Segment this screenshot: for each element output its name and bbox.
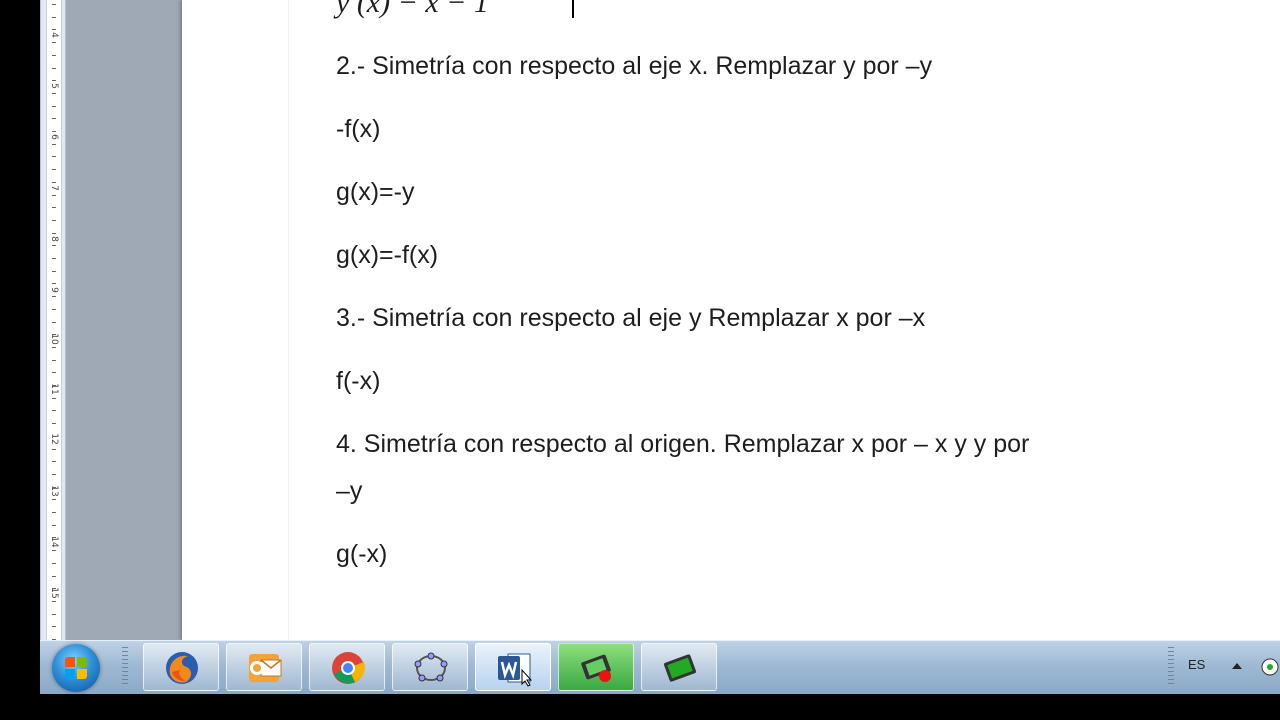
taskbar-button-screen-recorder[interactable] <box>558 643 634 691</box>
taskbar-grip[interactable] <box>122 647 128 687</box>
ruler-tick <box>52 169 56 171</box>
taskbar: ES <box>40 640 1280 695</box>
ruler-tick <box>52 232 56 234</box>
ruler-tick <box>52 562 56 564</box>
ruler-number: 14 <box>49 536 59 548</box>
ruler-tick <box>52 54 56 56</box>
taskbar-button-terminal[interactable] <box>641 643 717 691</box>
ruler-tick <box>52 258 56 259</box>
document-line[interactable]: g(-x) <box>336 540 387 569</box>
ruler-tick <box>52 207 56 209</box>
text-cursor <box>572 0 574 18</box>
ruler-tick <box>52 359 56 361</box>
firefox-icon <box>166 652 198 684</box>
document-line[interactable]: g(x)=-f(x) <box>336 241 438 270</box>
ruler-tick <box>52 16 56 18</box>
ruler-tick <box>52 626 56 628</box>
start-button[interactable] <box>52 644 100 692</box>
tray-grip[interactable] <box>1168 647 1174 687</box>
ruler-tick <box>52 245 56 247</box>
ruler-tick <box>52 397 56 399</box>
ruler-tick <box>52 105 56 107</box>
ruler-tick <box>52 80 56 82</box>
word-icon <box>498 653 533 687</box>
ruler-tick <box>52 346 56 348</box>
ruler-tick <box>52 524 56 526</box>
ruler-tick <box>52 448 56 450</box>
ruler-tick <box>52 67 56 69</box>
document-line[interactable]: f(-x) <box>336 367 380 396</box>
ruler-tick <box>52 194 56 196</box>
ruler-tick <box>52 4 56 5</box>
ruler-tick <box>52 219 56 221</box>
taskbar-button-outlook[interactable] <box>226 643 302 691</box>
document-line[interactable]: 3.- Simetría con respecto al eje y Rempl… <box>336 304 925 333</box>
document-line[interactable]: -f(x) <box>336 115 380 144</box>
ruler-tick <box>52 42 56 44</box>
ruler-tick <box>52 423 56 425</box>
ruler-tick <box>52 486 56 488</box>
document-line[interactable]: 4. Simetría con respecto al origen. Remp… <box>336 430 1029 459</box>
network-icon[interactable] <box>1260 657 1280 677</box>
ruler-tick <box>52 283 56 285</box>
language-indicator[interactable]: ES <box>1188 657 1205 672</box>
ruler-number: 11 <box>49 383 59 395</box>
ruler-tick <box>52 334 56 336</box>
ruler-tick <box>52 512 56 513</box>
ruler-tick <box>52 181 56 183</box>
outlook-icon <box>249 654 282 682</box>
ruler-number: 12 <box>49 433 59 445</box>
ruler-number: 13 <box>49 485 59 497</box>
formula-line: y (x) − x − 1 <box>336 0 489 19</box>
recorder-icon <box>581 654 611 682</box>
ruler-tick <box>52 410 56 412</box>
taskbar-button-firefox[interactable] <box>143 643 219 691</box>
ruler-track: 4 5 6 7 8 9 10 11 12 13 14 15 <box>46 0 62 640</box>
ruler-tick <box>52 143 56 145</box>
ruler-tick <box>52 473 56 475</box>
ruler-tick <box>52 600 56 602</box>
document-gutter <box>66 0 182 640</box>
ruler-tick <box>52 321 56 323</box>
show-hidden-icons-arrow-icon[interactable] <box>1232 663 1242 669</box>
document-line[interactable]: g(x)=-y <box>336 178 414 207</box>
ruler-tick <box>52 118 56 120</box>
ruler-tick <box>52 385 56 386</box>
geogebra-icon <box>414 652 448 682</box>
vertical-ruler[interactable]: 4 5 6 7 8 9 10 11 12 13 14 15 <box>40 0 66 640</box>
ruler-tick <box>52 499 56 501</box>
terminal-icon <box>663 654 697 682</box>
ruler-tick <box>52 308 56 310</box>
ruler-tick <box>52 156 56 158</box>
taskbar-button-chrome[interactable] <box>309 643 385 691</box>
ruler-tick <box>52 270 56 272</box>
ruler-tick <box>52 550 56 552</box>
document-line[interactable]: –y <box>336 477 362 506</box>
margin-guide <box>288 0 289 640</box>
ruler-tick <box>52 29 56 31</box>
ruler-tick <box>52 461 56 463</box>
chrome-icon <box>332 652 365 684</box>
ruler-tick <box>52 131 56 132</box>
taskbar-button-word[interactable] <box>475 643 551 691</box>
screen-bottom-bar <box>0 694 1280 720</box>
ruler-tick <box>52 435 56 437</box>
ruler-tick <box>52 296 56 298</box>
taskbar-button-geogebra[interactable] <box>392 643 468 691</box>
document-line[interactable]: 2.- Simetría con respecto al eje x. Remp… <box>336 52 932 81</box>
ruler-tick <box>52 613 56 615</box>
screen: 4 5 6 7 8 9 10 11 12 13 14 15 y (x) − x … <box>0 0 1280 720</box>
ruler-tick <box>52 575 56 577</box>
ruler-tick <box>52 92 56 94</box>
windows-logo-icon <box>65 657 87 679</box>
ruler-tick <box>52 588 56 590</box>
ruler-tick <box>52 537 56 539</box>
ruler-tick <box>52 372 56 374</box>
